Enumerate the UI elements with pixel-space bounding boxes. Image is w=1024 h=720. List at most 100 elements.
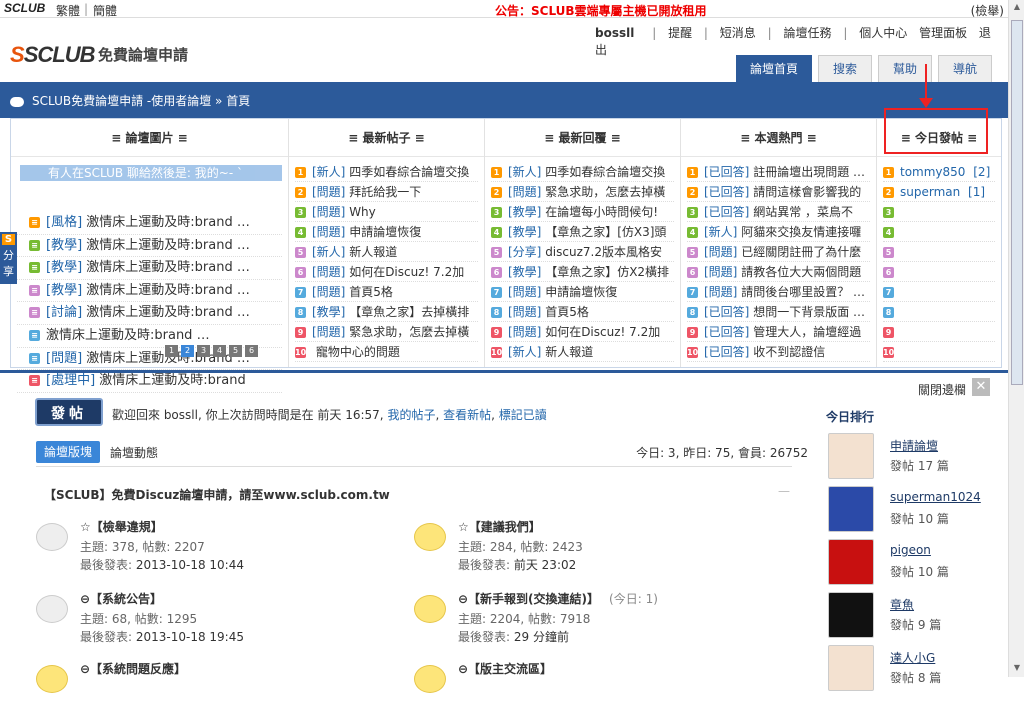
post-title[interactable]: 網站異常 ，菜鳥不 bbox=[749, 205, 853, 219]
post-title[interactable]: 在論壇每小時問候句! bbox=[541, 205, 658, 219]
ranking-user-link[interactable]: 章魚 bbox=[890, 596, 914, 613]
post-title[interactable]: 新人報道 bbox=[541, 345, 593, 359]
post-title[interactable]: 激情床上運動及時:brand bbox=[99, 373, 245, 388]
tab-forum-activity[interactable]: 論壇動態 bbox=[110, 444, 158, 461]
list-item[interactable]: 2 [問題] 拜託給我一下 bbox=[295, 182, 478, 202]
forum-name-link[interactable]: ⊖【系統公告】 bbox=[80, 590, 162, 607]
my-posts-link[interactable]: 我的帖子 bbox=[387, 408, 435, 422]
brand-mini-logo[interactable]: SCLUB bbox=[4, 1, 45, 15]
post-tag[interactable]: [教學] bbox=[46, 238, 86, 253]
post-tag[interactable]: [已回答] bbox=[704, 165, 749, 179]
list-item[interactable]: 2 [已回答] 請問這樣會影響我的 bbox=[687, 182, 870, 202]
post-tag[interactable]: [已回答] bbox=[704, 345, 749, 359]
post-tag[interactable]: [新人] bbox=[508, 345, 541, 359]
post-title[interactable]: 管理大人，論壇經過 bbox=[749, 325, 861, 339]
ranking-user-link[interactable]: pigeon bbox=[890, 543, 931, 557]
post-tag[interactable]: [問題] bbox=[312, 265, 345, 279]
list-item[interactable]: 8 [已回答] 想問一下背景版面 … bbox=[687, 302, 870, 322]
lang-traditional-link[interactable]: 繁體 bbox=[56, 2, 80, 19]
list-item[interactable]: 6 [問題] 請教各位大大兩個問題 bbox=[687, 262, 870, 282]
list-item[interactable]: 10 [新人] 新人報道 bbox=[491, 342, 674, 362]
pager-button[interactable]: 4 bbox=[213, 345, 226, 357]
pager-button[interactable]: 1 bbox=[165, 345, 178, 357]
list-item[interactable]: 2 [問題] 緊急求助，怎麼去掉橫 bbox=[491, 182, 674, 202]
new-posts-link[interactable]: 查看新帖 bbox=[443, 408, 491, 422]
list-item[interactable]: 3 [已回答] 網站異常 ，菜鳥不 bbox=[687, 202, 870, 222]
post-tag[interactable]: [問題] bbox=[508, 285, 541, 299]
site-logo[interactable]: SSCLUB bbox=[10, 42, 95, 68]
list-item[interactable]: 4 bbox=[883, 222, 995, 242]
list-item[interactable]: 1 [新人] 四季如春綜合論壇交換 bbox=[295, 162, 478, 182]
post-tag[interactable]: [已回答] bbox=[704, 185, 749, 199]
post-tag[interactable]: [教學] bbox=[46, 283, 86, 298]
list-item[interactable]: ≡ [討論] 激情床上運動及時:brand … bbox=[17, 302, 282, 325]
collapse-icon[interactable]: — bbox=[778, 484, 790, 498]
post-title[interactable]: 申請論壇恢復 bbox=[541, 285, 617, 299]
scroll-thumb[interactable] bbox=[1011, 20, 1023, 385]
post-tag[interactable]: [已回答] bbox=[704, 305, 749, 319]
post-title[interactable]: 新人報道 bbox=[345, 245, 397, 259]
avatar[interactable] bbox=[828, 539, 874, 585]
pager-button[interactable]: 2 bbox=[181, 345, 194, 357]
list-item[interactable]: 7 [問題] 請問後台哪里設置？ … bbox=[687, 282, 870, 302]
post-tag[interactable]: [問題] bbox=[46, 351, 86, 366]
list-item[interactable]: 9 bbox=[883, 322, 995, 342]
list-item[interactable]: ≡ [教學] 激情床上運動及時:brand … bbox=[17, 257, 282, 280]
list-item[interactable]: 9 [問題] 如何在Discuz! 7.2加 bbox=[491, 322, 674, 342]
list-item[interactable]: 8 [教學] 【章魚之家】去掉橫排 bbox=[295, 302, 478, 322]
post-tag[interactable]: [風格] bbox=[46, 215, 86, 230]
post-title[interactable]: 請問這樣會影響我的 bbox=[749, 185, 861, 199]
scroll-down-icon[interactable]: ▼ bbox=[1011, 663, 1023, 675]
list-item[interactable]: 10 [已回答] 收不到認證信 bbox=[687, 342, 870, 362]
list-item[interactable]: 8 [問題] 首頁5格 bbox=[491, 302, 674, 322]
ranking-user-link[interactable]: superman1024 bbox=[890, 490, 981, 504]
list-item[interactable]: 1 tommy850 [2] bbox=[883, 162, 995, 182]
tab-help[interactable]: 幫助 bbox=[878, 55, 932, 82]
list-item[interactable]: 8 bbox=[883, 302, 995, 322]
profile-link[interactable]: 個人中心 bbox=[859, 26, 907, 40]
list-item[interactable]: 5 bbox=[883, 242, 995, 262]
post-tag[interactable]: [問題] bbox=[508, 305, 541, 319]
post-title[interactable]: Why bbox=[345, 205, 376, 219]
username-link[interactable]: bossll bbox=[595, 26, 634, 40]
notice-link[interactable]: 公告：SCLUB雲端專屬主機已開放租用 bbox=[495, 2, 707, 19]
list-item[interactable]: 4 [教學] 【章魚之家】[仿X3]頭 bbox=[491, 222, 674, 242]
post-tag[interactable]: [新人] bbox=[704, 225, 737, 239]
list-item[interactable]: 4 [問題] 申請論壇恢復 bbox=[295, 222, 478, 242]
post-tag[interactable]: [教學] bbox=[312, 305, 345, 319]
scroll-up-icon[interactable]: ▲ bbox=[1011, 2, 1023, 14]
tab-forum-boards[interactable]: 論壇版塊 bbox=[36, 441, 100, 463]
last-post-time-link[interactable]: 29 分鐘前 bbox=[514, 630, 569, 644]
list-item[interactable]: 5 [問題] 已經關閉註冊了為什麼 bbox=[687, 242, 870, 262]
list-item[interactable]: ≡ [處理中] 激情床上運動及時:brand bbox=[17, 370, 282, 393]
post-title[interactable]: 如何在Discuz! 7.2加 bbox=[541, 325, 660, 339]
new-post-button[interactable]: 發帖 bbox=[35, 398, 103, 426]
post-title[interactable]: 首頁5格 bbox=[541, 305, 589, 319]
post-title[interactable]: 想問一下背景版面 … bbox=[749, 305, 865, 319]
post-tag[interactable]: [分享] bbox=[508, 245, 541, 259]
post-tag[interactable]: [問題] bbox=[704, 265, 737, 279]
post-tag[interactable]: [問題] bbox=[508, 325, 541, 339]
pager-button[interactable]: 5 bbox=[229, 345, 242, 357]
post-title[interactable]: 寵物中心的問題 bbox=[312, 345, 400, 359]
post-tag[interactable]: [討論] bbox=[46, 305, 86, 320]
post-tag[interactable]: [新人] bbox=[312, 165, 345, 179]
last-post-time-link[interactable]: 2013-10-18 19:45 bbox=[136, 630, 244, 644]
list-item[interactable]: 4 [新人] 阿貓來交換友情連接囉 bbox=[687, 222, 870, 242]
post-title[interactable]: 激情床上運動及時:brand … bbox=[86, 305, 250, 320]
list-item[interactable]: ≡ [風格] 激情床上運動及時:brand … bbox=[17, 212, 282, 235]
post-title[interactable]: 緊急求助，怎麼去掉橫 bbox=[345, 325, 469, 339]
report-link[interactable]: (檢舉) bbox=[971, 2, 1004, 19]
list-item[interactable]: 3 [教學] 在論壇每小時問候句! bbox=[491, 202, 674, 222]
last-post-time-link[interactable]: 2013-10-18 10:44 bbox=[136, 558, 244, 572]
post-tag[interactable]: [教學] bbox=[508, 205, 541, 219]
post-tag[interactable]: [教學] bbox=[508, 265, 541, 279]
post-title[interactable]: 激情床上運動及時:brand … bbox=[86, 215, 250, 230]
user-link[interactable]: tommy850 bbox=[900, 165, 965, 179]
pager-button[interactable]: 3 bbox=[197, 345, 210, 357]
post-title[interactable]: 激情床上運動及時:brand … bbox=[86, 260, 250, 275]
messages-link[interactable]: 短消息 bbox=[720, 26, 756, 40]
post-tag[interactable]: [已回答] bbox=[704, 325, 749, 339]
list-item[interactable]: 5 [分享] discuz7.2版本風格安 bbox=[491, 242, 674, 262]
tab-forum-home[interactable]: 論壇首頁 bbox=[736, 55, 812, 82]
